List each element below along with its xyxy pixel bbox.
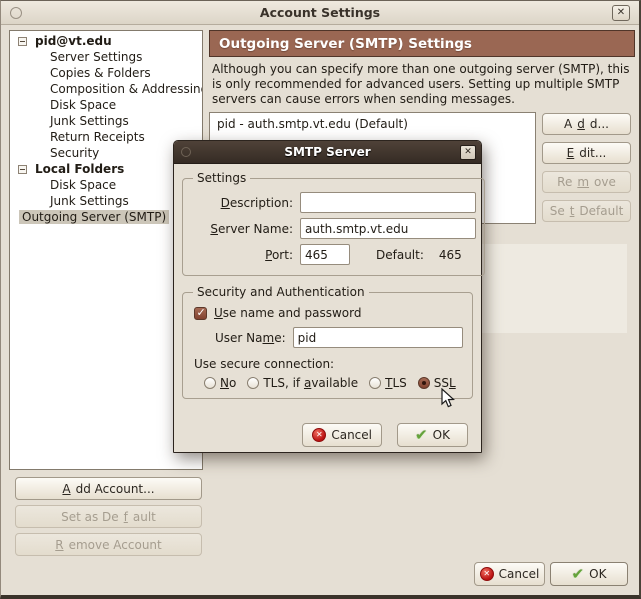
server-name-label: Server Name:: [191, 222, 293, 236]
set-default-button[interactable]: Set Default: [542, 200, 631, 222]
security-group: Security and Authentication Use name and…: [182, 285, 473, 399]
close-icon[interactable]: [612, 5, 630, 21]
smtp-server-dialog: SMTP Server Settings Description: Server…: [173, 140, 482, 453]
tree-item-copies-folders[interactable]: Copies & Folders: [10, 65, 202, 81]
account-settings-window: Account Settings pid@vt.edu Server Setti…: [0, 0, 641, 599]
port-label: Port:: [191, 248, 293, 262]
ok-button[interactable]: OK: [550, 562, 628, 586]
remove-account-button[interactable]: Remove Account: [15, 533, 202, 556]
dialog-body: Settings Description: Server Name: Port:…: [174, 164, 481, 454]
radio-tls-if-available[interactable]: TLS, if available: [247, 376, 358, 390]
radio-tls[interactable]: TLS: [369, 376, 407, 390]
radio-icon[interactable]: [204, 377, 216, 389]
mouse-cursor: [441, 388, 456, 409]
cancel-button[interactable]: Cancel: [474, 562, 545, 586]
collapse-icon[interactable]: [18, 165, 27, 174]
default-port-value: 465: [439, 248, 462, 262]
close-icon[interactable]: [460, 145, 476, 160]
description-label: Description:: [191, 196, 293, 210]
radio-icon[interactable]: [418, 377, 430, 389]
use-name-password-checkbox[interactable]: [194, 307, 207, 320]
dialog-titlebar: SMTP Server: [174, 141, 481, 164]
tree-item-composition[interactable]: Composition & Addressing: [10, 81, 202, 97]
set-as-default-button[interactable]: Set as Default: [15, 505, 202, 528]
check-icon: [415, 428, 428, 443]
window-menu-icon[interactable]: [181, 147, 191, 157]
edit-button[interactable]: Edit...: [542, 142, 631, 164]
window-menu-icon[interactable]: [10, 7, 22, 19]
secure-connection-label: Use secure connection:: [194, 357, 464, 371]
cancel-icon: [480, 567, 494, 581]
settings-legend: Settings: [193, 171, 250, 185]
security-legend: Security and Authentication: [193, 285, 369, 299]
settings-group: Settings Description: Server Name: Port:…: [182, 171, 485, 276]
dialog-ok-button[interactable]: OK: [397, 423, 468, 447]
add-button[interactable]: Add...: [542, 113, 631, 135]
user-name-field[interactable]: [293, 327, 463, 348]
use-name-password-label: Use name and password: [214, 306, 361, 320]
remove-button[interactable]: Remove: [542, 171, 631, 193]
tree-item-account[interactable]: pid@vt.edu: [10, 33, 202, 49]
page-title: Outgoing Server (SMTP) Settings: [209, 30, 635, 57]
user-name-label: User Name:: [215, 331, 286, 345]
dialog-cancel-button[interactable]: Cancel: [302, 423, 382, 447]
titlebar: Account Settings: [1, 1, 639, 25]
tree-item-server-settings[interactable]: Server Settings: [10, 49, 202, 65]
radio-icon[interactable]: [247, 377, 259, 389]
window-title: Account Settings: [1, 5, 639, 20]
tree-item-junk-settings[interactable]: Junk Settings: [10, 113, 202, 129]
collapse-icon[interactable]: [18, 37, 27, 46]
default-port-label: Default:: [376, 248, 424, 262]
description-field[interactable]: [300, 192, 476, 213]
tree-item-disk-space[interactable]: Disk Space: [10, 97, 202, 113]
radio-icon[interactable]: [369, 377, 381, 389]
port-field[interactable]: [300, 244, 350, 265]
list-item[interactable]: pid - auth.smtp.vt.edu (Default): [210, 113, 535, 135]
cancel-icon: [312, 428, 326, 442]
radio-no[interactable]: No: [204, 376, 236, 390]
server-name-field[interactable]: [300, 218, 476, 239]
add-account-button[interactable]: Add Account...: [15, 477, 202, 500]
dialog-title: SMTP Server: [174, 145, 481, 159]
check-icon: [572, 567, 585, 582]
smtp-description-text: Although you can specify more than one o…: [212, 62, 636, 107]
